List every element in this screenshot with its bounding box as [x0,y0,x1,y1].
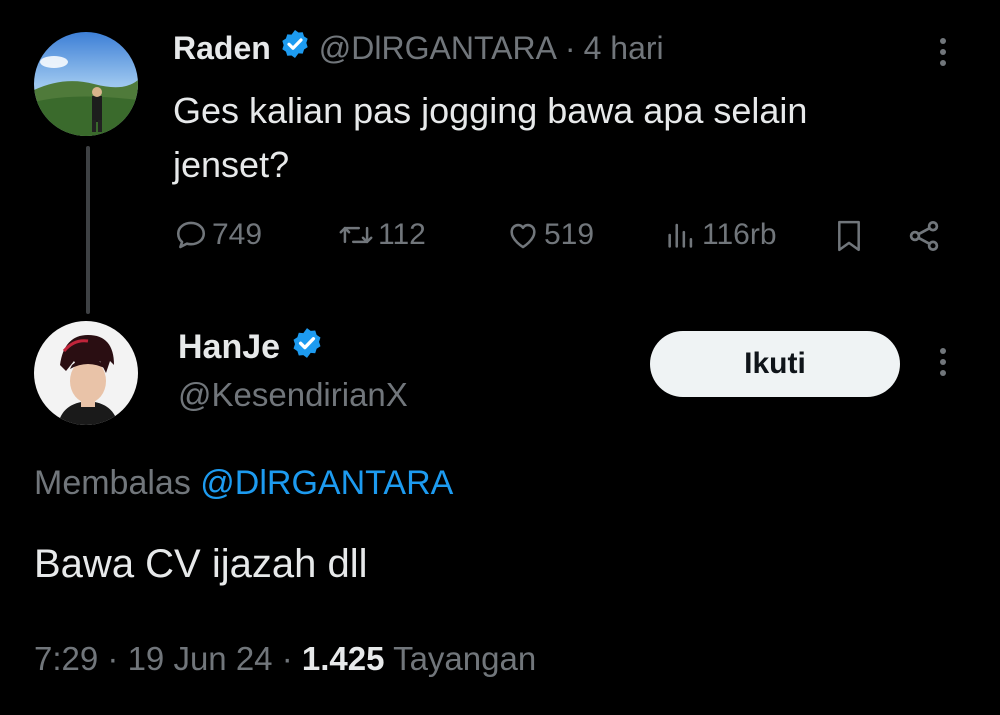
tweet-text: Ges kalian pas jogging bawa apa selain j… [173,84,807,192]
views-label: Tayangan [393,640,537,677]
tweet-text-line: Ges kalian pas jogging bawa apa selain [173,90,808,131]
replying-to-handle[interactable]: @DlRGANTARA [200,464,453,502]
parent-header: Raden @DlRGANTARA · 4 hari [173,28,664,68]
share-icon[interactable] [906,218,942,259]
reply-icon [176,221,206,249]
more-options-icon[interactable] [940,38,946,66]
like-count: 519 [544,218,595,251]
thread-connector-line [86,146,90,314]
avatar-hanje[interactable] [34,321,138,425]
more-options-icon[interactable] [940,348,946,376]
views-icon [668,223,693,248]
retweet-button[interactable]: 112 [338,218,426,252]
replying-to: Membalas @DlRGANTARA [34,464,453,503]
replying-prefix: Membalas [34,464,191,502]
author-handle[interactable]: @DlRGANTARA [319,30,557,67]
tweet-time[interactable]: 4 hari [584,30,664,67]
meta-separator: · [107,640,119,677]
meta-separator: · [281,640,293,677]
author-name[interactable]: HanJe [178,328,280,367]
reply-button[interactable]: 749 [174,218,262,252]
reply-author-row: HanJe [178,326,324,369]
tweet-date[interactable]: 19 Jun 24 [128,640,273,677]
reply-text: Bawa CV ijazah dll [34,542,368,586]
tweet-time[interactable]: 7:29 [34,640,98,677]
tweet-text-line: jenset? [173,144,290,185]
tweet-meta: 7:29 · 19 Jun 24 · 1.425 Tayangan [34,640,536,678]
author-name[interactable]: Raden [173,30,271,67]
avatar-raden[interactable] [34,32,138,136]
follow-button[interactable]: Ikuti [650,331,900,397]
author-handle[interactable]: @KesendirianX [178,376,408,414]
verified-badge-icon [279,28,311,68]
header-separator: · [564,29,576,66]
reply-count: 749 [212,218,263,251]
bookmark-icon[interactable] [832,218,866,259]
verified-badge-icon [290,326,324,369]
like-icon [510,223,536,249]
views-button[interactable]: 116rb [664,218,777,252]
retweet-icon [339,226,373,244]
views-count: 116rb [702,218,777,251]
like-button[interactable]: 519 [506,218,594,252]
views-count[interactable]: 1.425 [302,640,385,677]
retweet-count: 112 [378,218,426,251]
